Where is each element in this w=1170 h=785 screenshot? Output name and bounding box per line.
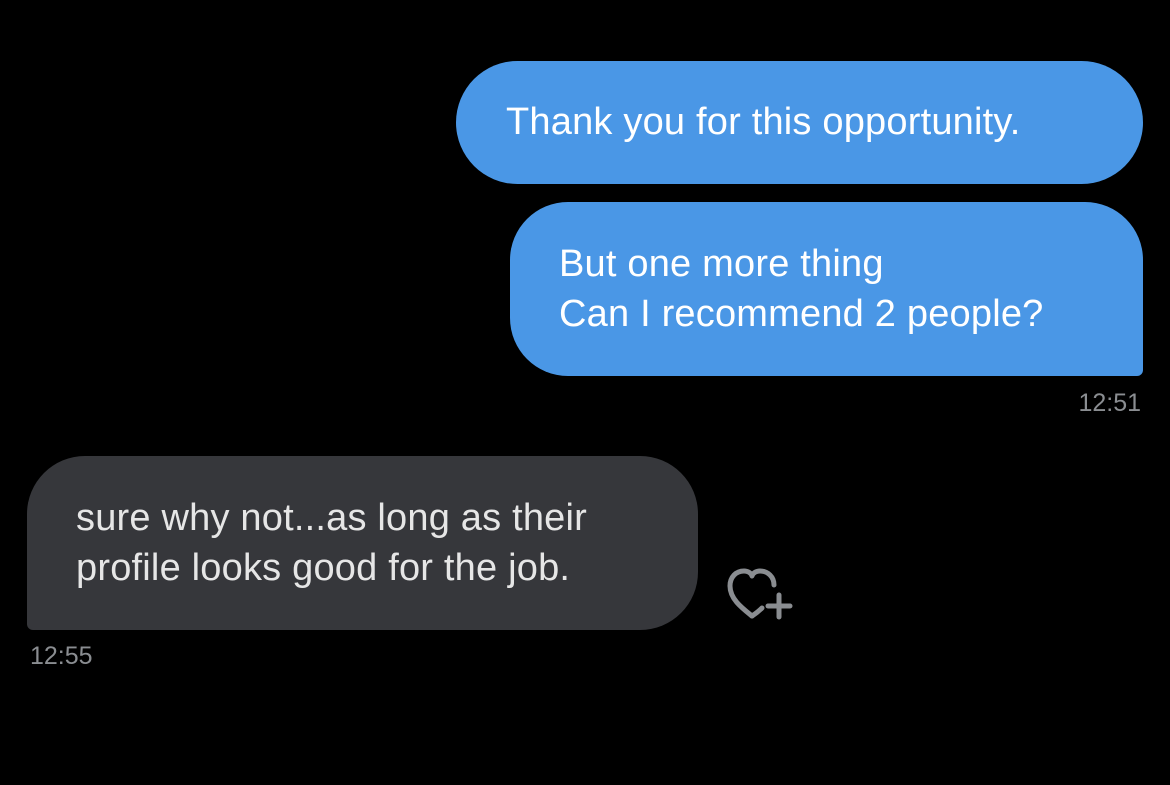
message-timestamp: 12:55	[30, 642, 93, 670]
outgoing-message-bubble[interactable]: But one more thing Can I recommend 2 peo…	[510, 202, 1143, 376]
message-text-line: sure why not...as long as their	[76, 497, 588, 539]
message-text-line: Can I recommend 2 people?	[559, 293, 1044, 335]
heart-plus-icon	[727, 568, 793, 620]
message-text-line: profile looks good for the job.	[76, 547, 571, 589]
outgoing-message-bubble[interactable]: Thank you for this opportunity.	[456, 61, 1143, 184]
message-timestamp: 12:51	[1078, 389, 1141, 417]
message-text-line: Thank you for this opportunity.	[506, 101, 1021, 143]
message-text-line: But one more thing	[559, 243, 884, 285]
incoming-message-bubble[interactable]: sure why not...as long as their profile …	[27, 456, 698, 630]
add-reaction-button[interactable]	[724, 566, 796, 626]
